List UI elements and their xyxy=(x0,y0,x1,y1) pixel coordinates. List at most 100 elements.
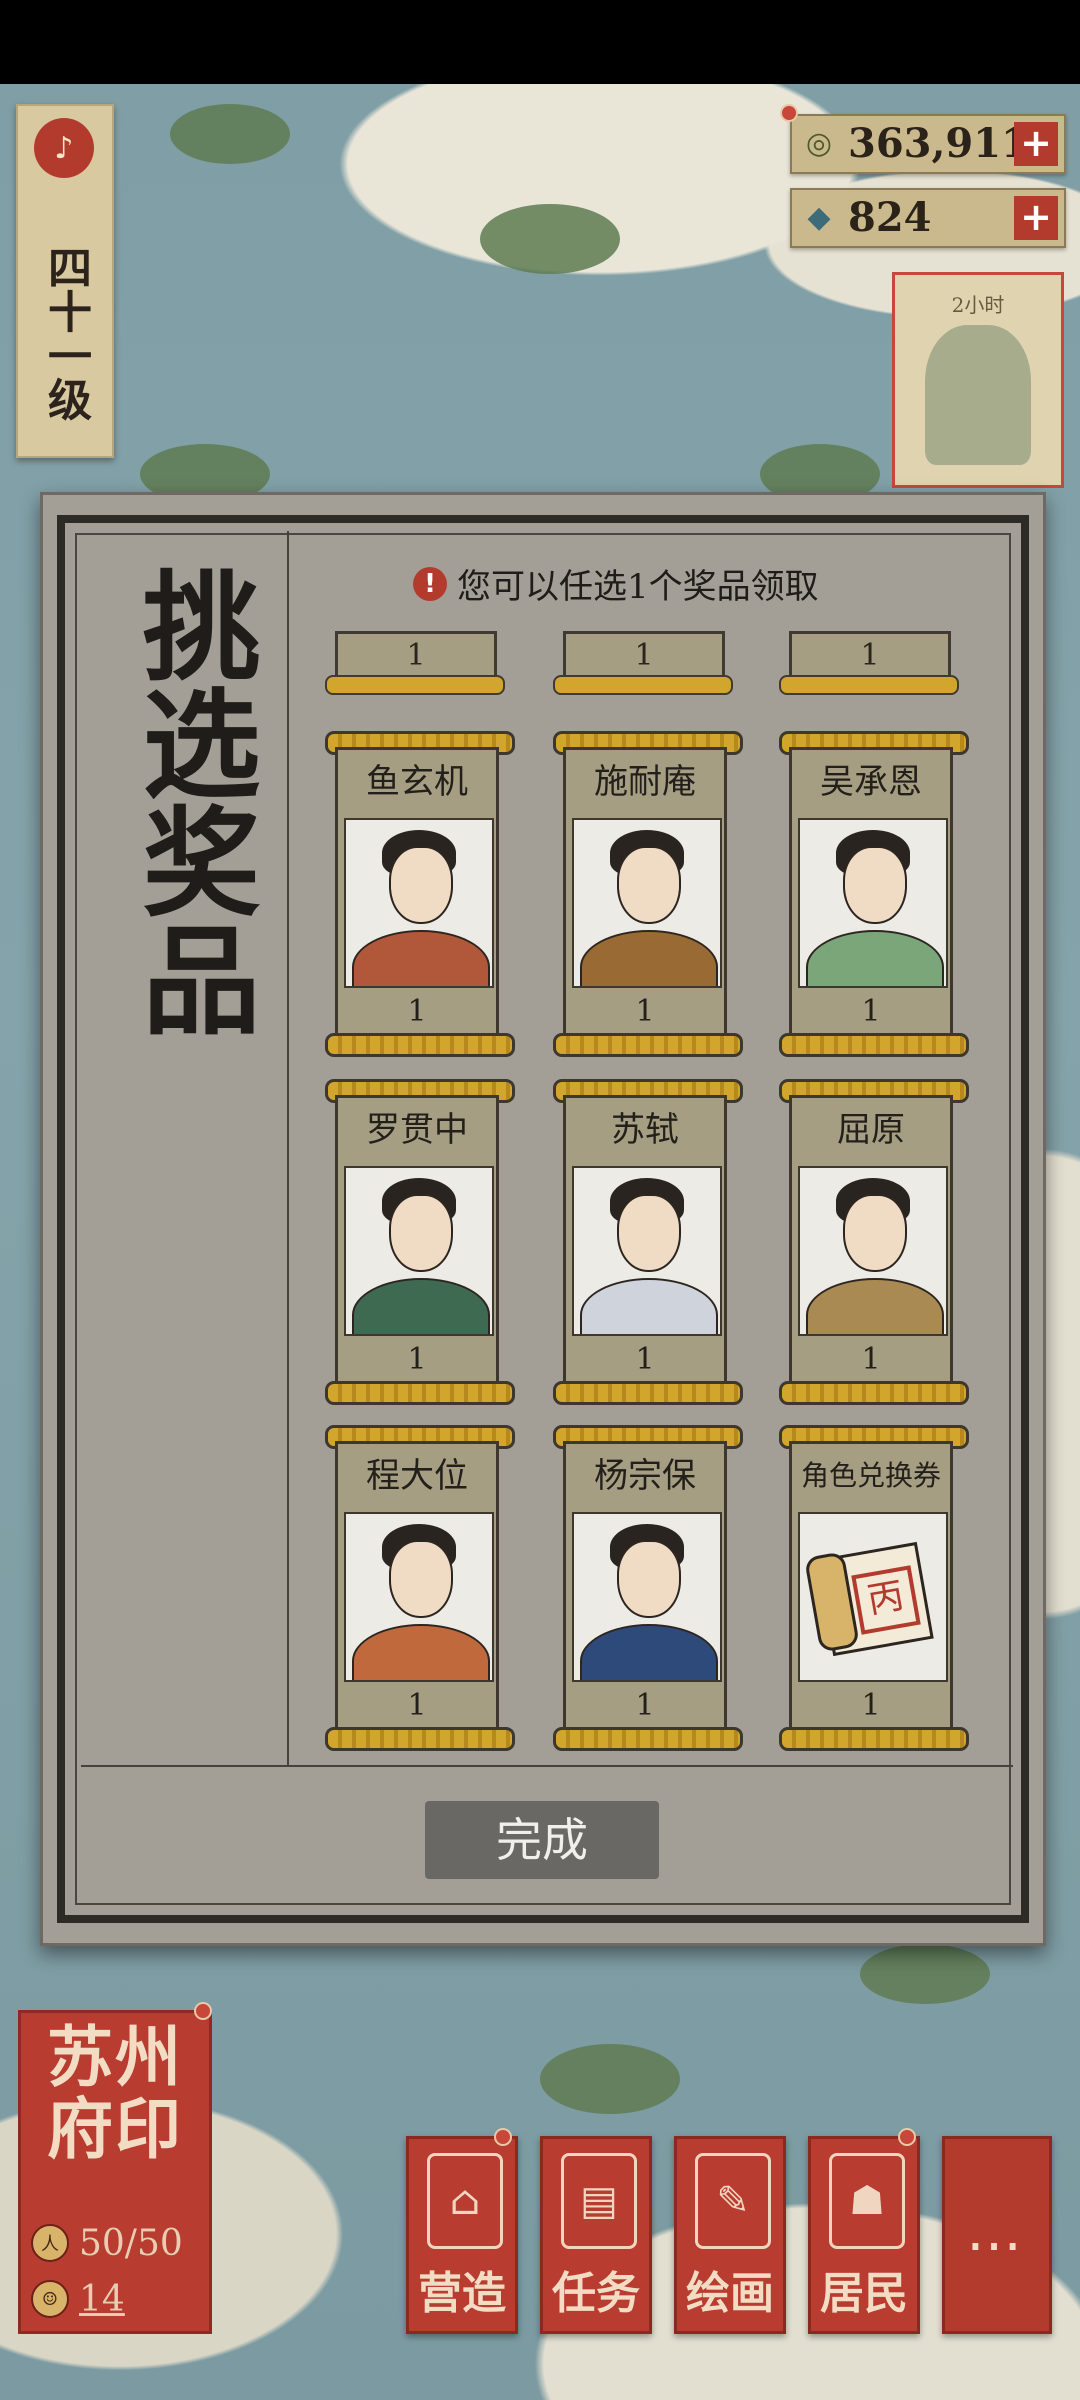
prize-name: 施耐庵 xyxy=(594,762,696,802)
exchange-ticket-icon: 丙 xyxy=(798,1512,948,1682)
prize-name: 罗贯中 xyxy=(366,1110,468,1150)
character-portrait xyxy=(798,1166,948,1336)
character-robe xyxy=(806,1278,944,1334)
copper-coin-counter: ◎ 363,911 + xyxy=(790,114,1066,174)
task-button[interactable]: ▤ 任务 xyxy=(540,2136,652,2334)
character-robe xyxy=(806,930,944,986)
count-value: 14 xyxy=(79,2278,125,2320)
notification-dot xyxy=(898,2128,916,2146)
population-value: 50/50 xyxy=(79,2222,183,2264)
character-portrait xyxy=(344,1166,494,1336)
player-level-banner[interactable]: ♪ 四十一级 xyxy=(16,104,114,458)
prize-card[interactable]: 罗贯中 1 xyxy=(325,1079,515,1405)
add-copper-button[interactable]: + xyxy=(1014,122,1058,166)
seal-title: 苏州府印 xyxy=(47,2018,183,2168)
prize-name: 角色兑换券 xyxy=(800,1459,941,1492)
build-label: 营造 xyxy=(418,2268,506,2319)
character-face xyxy=(389,846,453,924)
copper-coin-value: 363,911 xyxy=(848,120,1029,167)
divider xyxy=(81,1765,1013,1767)
timer-label: 2小时 xyxy=(951,293,1005,317)
prize-quantity: 1 xyxy=(635,994,655,1029)
status-bar xyxy=(0,0,1080,84)
character-face xyxy=(617,1540,681,1618)
resident-icon: 人 xyxy=(31,2224,69,2262)
prize-quantity: 1 xyxy=(407,994,427,1029)
jade-gem-icon: ◆ xyxy=(807,199,831,235)
prize-quantity: 1 xyxy=(861,1688,881,1723)
character-robe xyxy=(580,1624,718,1680)
character-portrait xyxy=(344,1512,494,1682)
prize-name: 程大位 xyxy=(366,1456,468,1496)
tree-icon xyxy=(925,325,1031,465)
copper-coin-icon: ◎ xyxy=(805,125,833,161)
jade-gem-counter: ◆ 824 + xyxy=(790,188,1066,248)
add-jade-button[interactable]: + xyxy=(1014,196,1058,240)
character-robe xyxy=(580,1278,718,1334)
paint-label: 绘画 xyxy=(686,2268,774,2319)
prize-name: 吴承恩 xyxy=(820,762,922,802)
reward-count-slot: 1 xyxy=(553,631,733,695)
prize-card[interactable]: 鱼玄机 1 xyxy=(325,731,515,1057)
prize-card[interactable]: 角色兑换券丙 1 xyxy=(779,1425,969,1751)
character-portrait xyxy=(572,818,722,988)
prize-name: 鱼玄机 xyxy=(366,762,468,802)
book-icon: ▤ xyxy=(561,2153,637,2249)
population-row: 人 50/50 xyxy=(31,2221,201,2265)
residents-button[interactable]: ☗ 居民 xyxy=(808,2136,920,2334)
character-robe xyxy=(580,930,718,986)
tree-decoration xyxy=(540,2044,680,2114)
prize-card[interactable]: 吴承恩 1 xyxy=(779,731,969,1057)
more-button[interactable]: … xyxy=(942,2136,1052,2334)
done-button[interactable]: 完成 xyxy=(425,1801,659,1879)
character-portrait xyxy=(344,818,494,988)
prize-card[interactable]: 屈原 1 xyxy=(779,1079,969,1405)
notification-dot xyxy=(194,2002,212,2020)
dialog-notice: ! 您可以任选1个奖品领取 xyxy=(413,559,819,608)
paint-button[interactable]: ✎ 绘画 xyxy=(674,2136,786,2334)
character-face xyxy=(389,1540,453,1618)
reward-count: 1 xyxy=(789,631,951,681)
character-portrait xyxy=(572,1166,722,1336)
prize-card[interactable]: 苏轼 1 xyxy=(553,1079,743,1405)
level-label: 四十一级 xyxy=(40,245,91,421)
prize-quantity: 1 xyxy=(635,1342,655,1377)
lute-icon: ♪ xyxy=(34,118,94,178)
prize-quantity: 1 xyxy=(635,1688,655,1723)
count-row: ☺ 14 xyxy=(31,2277,201,2321)
prize-name: 苏轼 xyxy=(611,1110,679,1150)
tree-decoration xyxy=(480,204,620,274)
prize-card[interactable]: 杨宗保 1 xyxy=(553,1425,743,1751)
character-robe xyxy=(352,1624,490,1680)
scroll-icon: ✎ xyxy=(695,2153,771,2249)
timed-event-card[interactable]: 2小时 xyxy=(892,272,1064,488)
character-portrait xyxy=(572,1512,722,1682)
prize-name: 屈原 xyxy=(837,1110,905,1150)
resident-icon: ☗ xyxy=(829,2153,905,2249)
build-button[interactable]: ⌂ 营造 xyxy=(406,2136,518,2334)
prize-select-dialog: 挑选奖品 ! 您可以任选1个奖品领取 1 1 1 鱼玄机 1 施耐庵 1 吴承恩 1 罗贯中… xyxy=(40,492,1046,1946)
character-face xyxy=(617,1194,681,1272)
character-face xyxy=(617,846,681,924)
task-label: 任务 xyxy=(552,2268,640,2319)
more-icon: … xyxy=(966,2199,1028,2264)
suzhou-seal-panel[interactable]: 苏州府印 人 50/50 ☺ 14 xyxy=(18,2010,212,2334)
reward-count-slot: 1 xyxy=(779,631,959,695)
prize-quantity: 1 xyxy=(407,1688,427,1723)
reward-count: 1 xyxy=(335,631,497,681)
tree-decoration xyxy=(170,104,290,164)
reward-count: 1 xyxy=(563,631,725,681)
prize-quantity: 1 xyxy=(861,994,881,1029)
jade-gem-value: 824 xyxy=(848,194,932,241)
divider xyxy=(287,531,289,1765)
notification-dot xyxy=(494,2128,512,2146)
face-icon: ☺ xyxy=(31,2280,69,2318)
prize-quantity: 1 xyxy=(407,1342,427,1377)
pavilion-icon: ⌂ xyxy=(427,2153,503,2249)
prize-quantity: 1 xyxy=(861,1342,881,1377)
character-face xyxy=(389,1194,453,1272)
character-robe xyxy=(352,1278,490,1334)
prize-card[interactable]: 程大位 1 xyxy=(325,1425,515,1751)
residents-label: 居民 xyxy=(820,2268,908,2319)
prize-card[interactable]: 施耐庵 1 xyxy=(553,731,743,1057)
